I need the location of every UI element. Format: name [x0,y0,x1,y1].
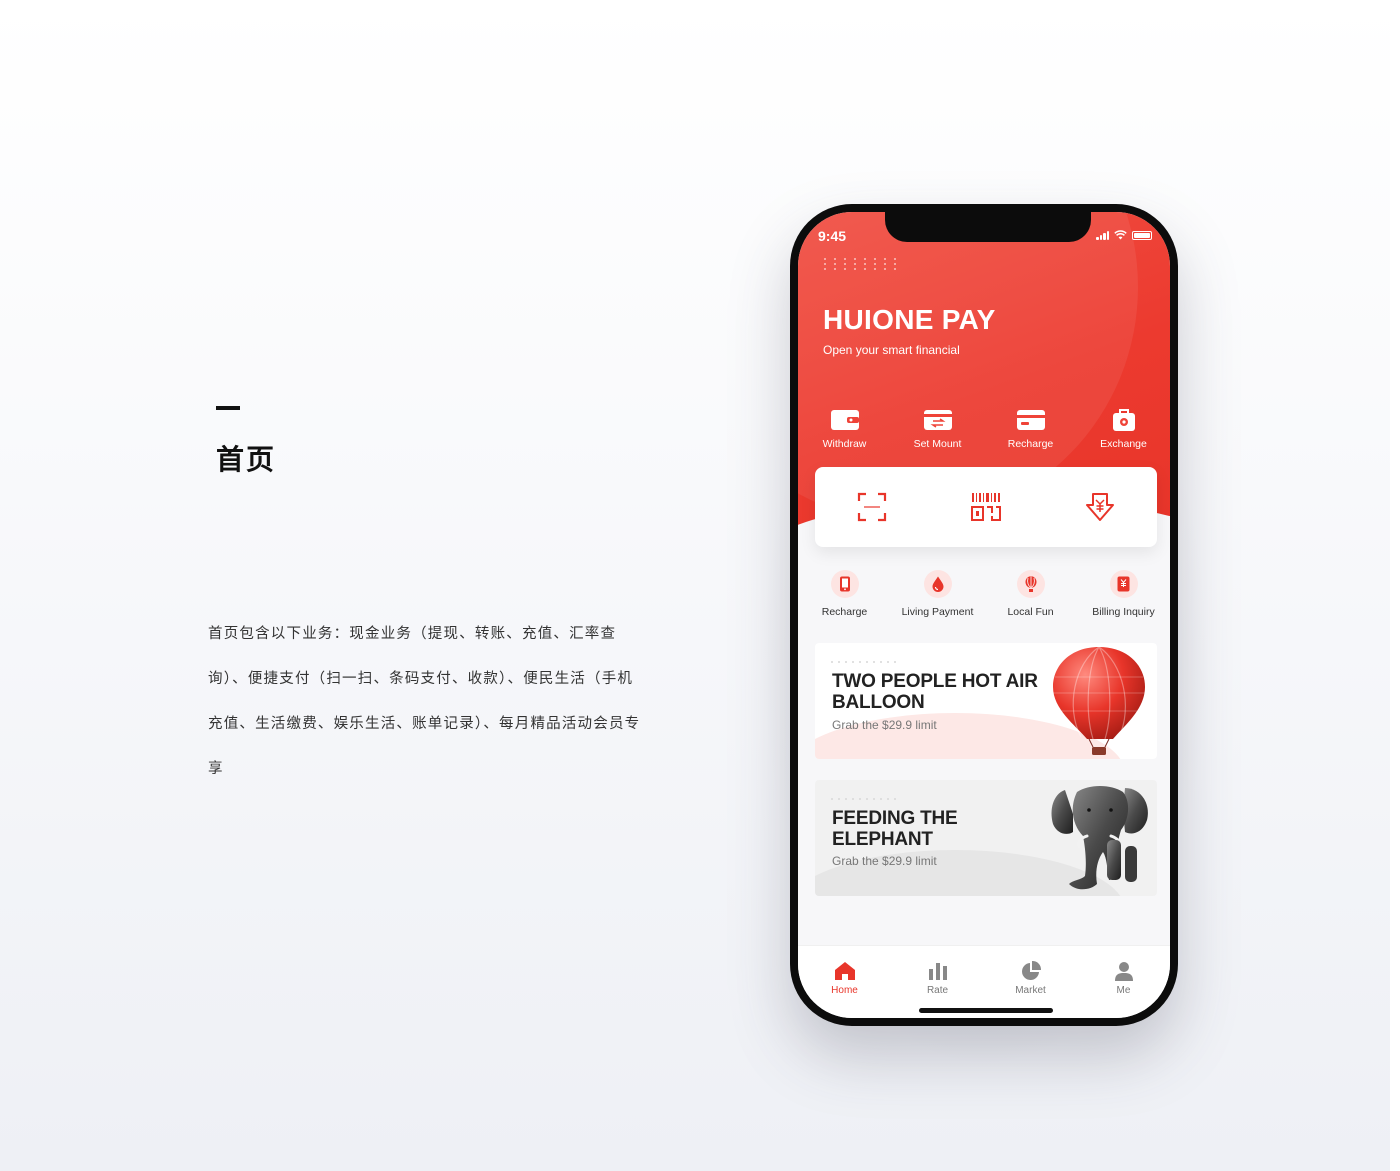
quick-action-withdraw[interactable]: Withdraw [798,408,891,450]
banner-title: FEEDING THE ELEPHANT [832,808,958,850]
phone-icon [830,570,859,598]
services-row: Recharge Living Payment Local Fun Billin… [798,570,1170,618]
banner-subtitle: Grab the $29.9 limit [832,718,937,732]
card-icon [1016,410,1045,430]
service-label: Recharge [821,606,868,618]
hot-air-balloon-image [1053,646,1145,755]
status-time: 9:45 [818,228,847,244]
service-label: Local Fun [1007,606,1054,618]
quick-action-set-mount[interactable]: Set Mount [891,408,984,450]
promo-banner-balloon[interactable]: TWO PEOPLE HOT AIR BALLOON Grab the $29.… [815,643,1157,759]
quick-action-label: Set Mount [913,438,962,450]
bar-chart-icon [928,963,947,980]
quick-action-label: Recharge [1007,438,1054,450]
banner-title: TWO PEOPLE HOT AIR BALLOON [832,671,1038,713]
home-icon [834,962,855,980]
notch [885,212,1091,242]
promo-banner-elephant[interactable]: FEEDING THE ELEPHANT Grab the $29.9 limi… [815,780,1157,896]
section-title: 首页 [216,443,277,476]
service-local-fun[interactable]: Local Fun [984,570,1077,618]
quick-action-label: Withdraw [822,438,867,450]
receive-money-icon[interactable] [1084,491,1116,523]
wallet-icon [830,410,859,430]
balloon-icon [1016,570,1045,598]
tab-label: Home [831,985,858,996]
tab-label: Rate [926,985,949,996]
pie-chart-icon [1021,960,1041,980]
drop-icon [923,570,952,598]
title-dash [216,406,240,410]
barcode-icon[interactable] [970,491,1002,523]
quick-actions: Withdraw Set Mount Recharge Exchange [798,408,1170,450]
brand-tagline: Open your smart financial [823,343,960,357]
tab-home[interactable]: Home [798,946,891,1018]
banner-dots [831,798,896,800]
page-edge [1390,0,1400,1171]
service-living-payment[interactable]: Living Payment [891,570,984,618]
quick-action-recharge[interactable]: Recharge [984,408,1077,450]
pay-card [815,467,1157,547]
banner-dots [831,661,896,663]
bill-icon [1109,570,1138,598]
section-description: 首页包含以下业务：现金业务（提现、转账、充值、汇率查询）、便捷支付（扫一扫、条码… [208,626,641,777]
app-screen: 9:45 HUIONE PAY Open your smart financia… [798,212,1170,1018]
battery-icon [1132,230,1152,240]
quick-action-label: Exchange [1100,438,1147,450]
elephant-image [1051,786,1148,890]
scan-icon[interactable] [856,491,888,523]
banner-subtitle: Grab the $29.9 limit [832,854,937,868]
service-recharge[interactable]: Recharge [798,570,891,618]
service-label: Billing Inquiry [1092,606,1155,618]
transfer-card-icon [923,410,952,430]
wifi-icon [1114,230,1127,240]
tab-label: Market [1015,985,1046,996]
status-icons [1096,230,1152,240]
tab-me[interactable]: Me [1077,946,1170,1018]
signal-icon [1096,230,1109,240]
user-icon [1114,962,1133,981]
tab-label: Me [1116,985,1131,996]
brand-title: HUIONE PAY [823,304,996,335]
service-label: Living Payment [901,606,974,618]
exchange-bag-icon [1112,409,1135,431]
home-indicator [919,1008,1053,1013]
phone-frame: 9:45 HUIONE PAY Open your smart financia… [790,204,1178,1026]
service-billing-inquiry[interactable]: Billing Inquiry [1077,570,1170,618]
decorative-dots [824,258,904,270]
quick-action-exchange[interactable]: Exchange [1077,408,1170,450]
